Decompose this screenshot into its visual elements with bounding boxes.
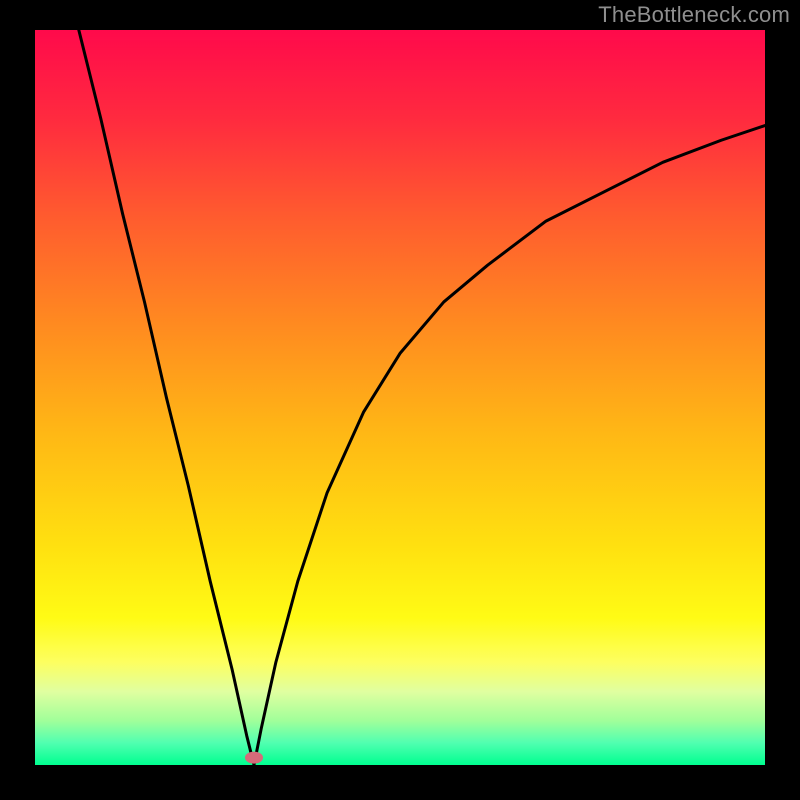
gradient-background bbox=[35, 30, 765, 765]
chart-frame: TheBottleneck.com bbox=[0, 0, 800, 800]
minimum-marker bbox=[245, 752, 263, 764]
plot-area bbox=[35, 30, 765, 765]
watermark-text: TheBottleneck.com bbox=[598, 2, 790, 28]
chart-svg bbox=[35, 30, 765, 765]
minimum-point-marker bbox=[245, 752, 263, 764]
